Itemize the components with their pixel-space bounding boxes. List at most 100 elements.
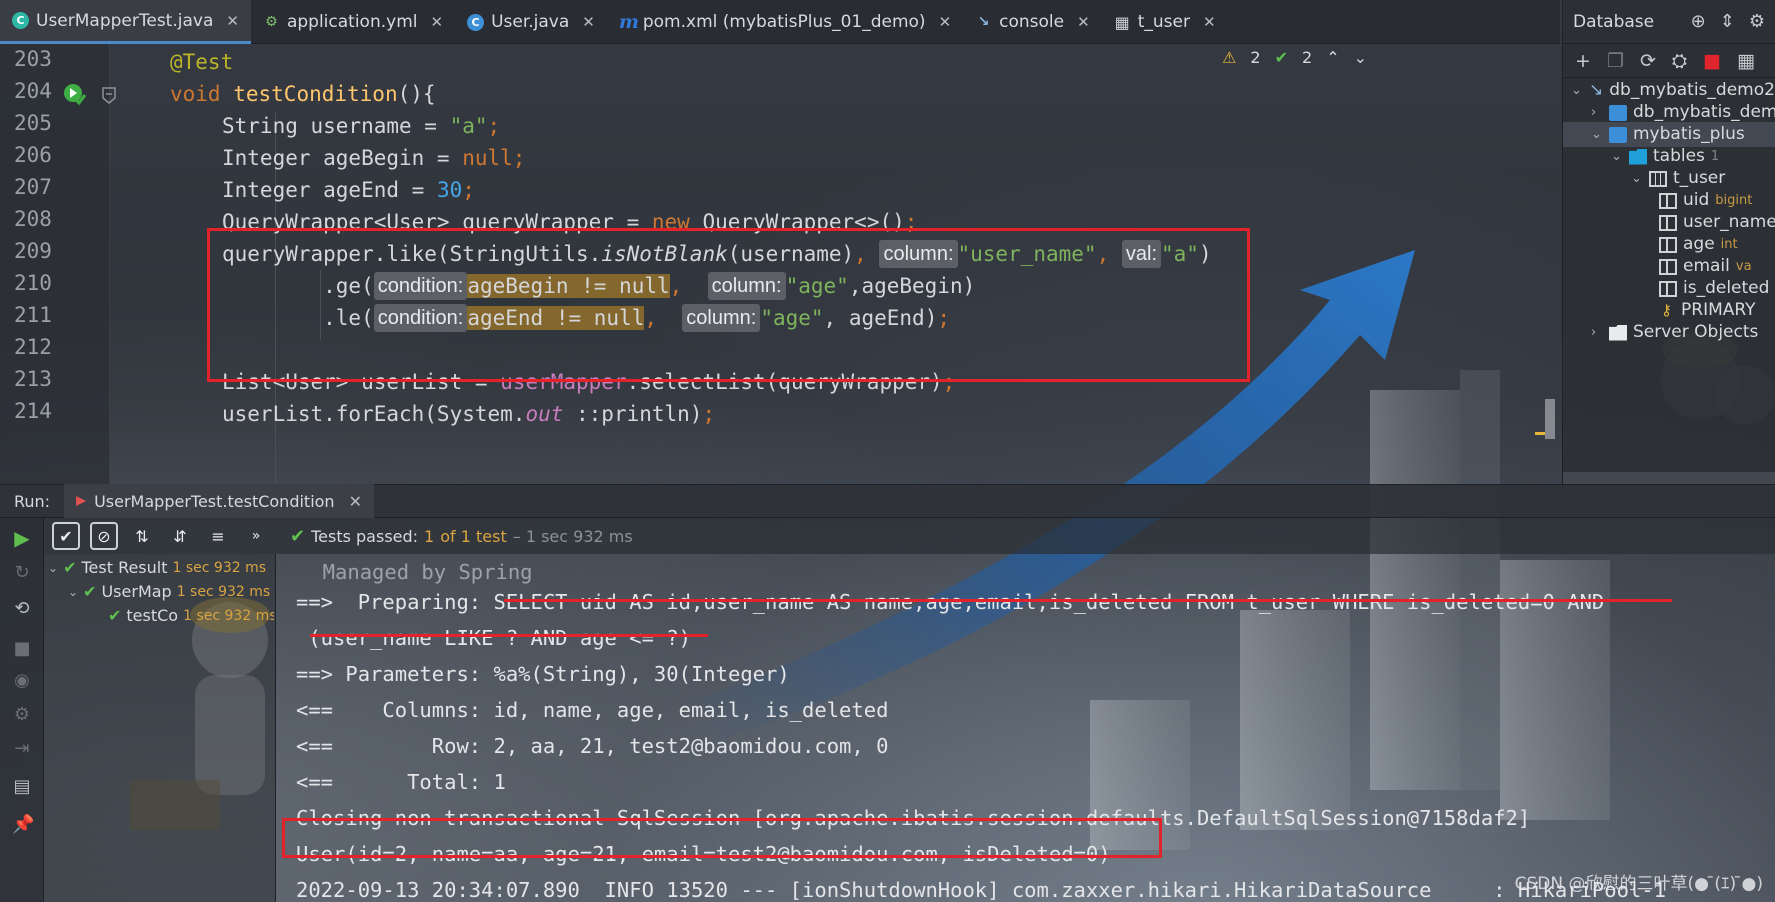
table-view-icon[interactable]: ▦ [1737,50,1755,72]
tab-pom-xml[interactable]: m pom.xml (mybatisPlus_01_demo) ✕ [607,0,963,44]
column-icon [1659,214,1677,231]
check-icon: ✔ [63,558,77,577]
test-results-tree: ⌄ ✔ Test Result 1 sec 932 ms ⌄ ✔ UserMap 1 sec… [44,554,276,902]
console-line: (user_name LIKE ? AND age <= ?) [296,626,691,650]
show-ignored-icon[interactable]: ⊘ [90,522,118,550]
check-icon: ✔ [108,606,122,625]
console-line: ==> Parameters: %a%(String), 30(Integer) [296,662,790,686]
show-passed-icon[interactable]: ✔ [52,522,80,550]
test-status: ✔ Tests passed: 1 of 1 test – 1 sec 932 … [290,525,633,547]
tab-label: User.java [491,12,570,32]
line-number: 205 [14,111,52,135]
toggle-auto-test-icon[interactable]: ⟲ [12,598,32,619]
run-tab-testcondition[interactable]: UserMapperTest.testCondition ✕ [64,484,374,518]
camera-icon[interactable]: ◉ [12,670,32,691]
tab-user-java[interactable]: C User.java ✕ [455,0,607,44]
line-number-gutter: 203 204 205 206 207 208 209 210 211 212 … [0,44,116,484]
import-icon[interactable]: ⇥ [12,738,32,759]
close-icon[interactable]: ✕ [582,13,595,31]
sort-alpha-icon[interactable]: ⇅ [128,522,156,550]
close-icon[interactable]: ✕ [1077,13,1090,31]
chevron-down-icon[interactable]: ⌄ [1354,48,1367,67]
console-line: <== Total: 1 [296,770,506,794]
column-key-icon [1659,192,1677,209]
close-icon[interactable]: ✕ [430,13,443,31]
tab-usermappertest[interactable]: C UserMapperTest.java ✕ [0,0,251,44]
run-tab-label: UserMapperTest.testCondition [94,491,335,511]
pin-icon[interactable]: 📌 [12,814,34,835]
run-side-toolbar: ▶ ↻ ⟲ ■ ◉ ⚙ ⇥ ▤ 📌 [0,518,44,902]
column-icon [1659,258,1677,275]
console-line: ==> Preparing: SELECT uid AS id,user_nam… [296,590,1605,614]
tab-label: t_user [1137,12,1190,32]
gear-icon[interactable]: ⚙ [1749,11,1765,32]
collapse-icon[interactable]: ⇕ [1720,11,1735,32]
test-tree-item[interactable]: ⌄ ✔ UserMap 1 sec 932 ms [68,580,274,604]
stop-icon[interactable]: ■ [12,638,32,659]
highlight-box-querywrapper [207,228,1250,382]
check-icon: ✔ [1274,48,1288,67]
sort-duration-icon[interactable]: ⇵ [166,522,194,550]
add-icon[interactable]: + [1575,50,1591,72]
tab-application-yml[interactable]: ⚙ application.yml ✕ [251,0,455,44]
schema-icon[interactable]: ⛭ [1672,50,1687,72]
test-tree-item[interactable]: ⌄ ✔ Test Result 1 sec 932 ms [48,556,274,580]
more-icon[interactable]: » [242,522,270,550]
chevron-down-icon: ⌄ [1631,171,1642,186]
run-label: Run: [14,491,51,511]
chevron-down-icon: ⌄ [1611,149,1622,164]
copy-icon[interactable]: ❐ [1607,50,1624,72]
tab-console[interactable]: ↘ console ✕ [963,0,1102,44]
chevron-down-icon: ⌄ [68,585,79,599]
console-line: <== Row: 2, aa, 21, test2@baomidou.com, … [296,734,889,758]
run-test-gutter-icon[interactable] [62,82,88,108]
console-line: <== Columns: id, name, age, email, is_de… [296,698,889,722]
tab-label: console [999,12,1065,32]
line-number: 206 [14,143,52,167]
close-icon[interactable]: ✕ [939,13,952,31]
table-icon: ▦ [1114,12,1130,32]
tab-t-user[interactable]: ▦ t_user ✕ [1102,0,1228,44]
test-class-icon: C [12,12,29,29]
table-icon [1649,170,1667,187]
console-icon: ↘ [977,13,990,30]
column-icon [1659,280,1677,297]
settings-icon[interactable]: ⚙ [12,704,32,725]
rerun-failed-icon[interactable]: ↻ [12,562,32,583]
tab-label: UserMapperTest.java [36,10,214,31]
line-number: 207 [14,175,52,199]
chevron-up-icon[interactable]: ⌃ [1326,48,1339,67]
editor-scrollbar[interactable] [1545,399,1555,439]
watermark-text: CSDN @欣慰的三叶草(● ̄(ｴ) ̄●) [1514,874,1763,894]
rerun-icon[interactable]: ▶ [12,526,32,550]
refresh-icon[interactable]: ⟳ [1640,50,1656,72]
expand-all-icon[interactable]: ≡ [204,522,232,550]
test-tree-item[interactable]: ✔ testCo 1 sec 932 ms [108,604,274,628]
close-icon[interactable]: ✕ [349,492,362,511]
editor-tab-bar: C UserMapperTest.java ✕ ⚙ application.ym… [0,0,1560,44]
stop-icon[interactable]: ■ [1703,50,1721,72]
layout-icon[interactable]: ▤ [12,776,32,797]
schema-db-icon [1609,126,1627,143]
folder-icon [1609,324,1627,341]
yaml-file-icon: ⚙ [265,13,278,30]
line-number: 210 [14,271,52,295]
horizontal-scrollbar[interactable] [1563,472,1775,484]
line-number: 209 [14,239,52,263]
crosshair-icon[interactable]: ⊕ [1691,11,1706,32]
check-icon: ✔ [290,525,306,547]
inspection-widget[interactable]: ⚠ 2 ✔ 2 ⌃ ⌄ [1222,48,1367,67]
underline-sql [504,599,1672,602]
highlight-box-user-result [282,818,1162,858]
run-config-icon [76,496,87,506]
tree-item-server-objects[interactable]: › Server Objects [1591,320,1758,345]
line-number: 203 [14,47,52,71]
code-line-207: Integer ageEnd = 30; [222,178,475,202]
code-line-203: @Test [170,50,234,74]
close-icon[interactable]: ✕ [1203,13,1216,31]
line-number: 212 [14,335,52,359]
code-line-206: Integer ageBegin = null; [222,146,526,170]
code-line-214: userList.forEach(System.out ::println); [222,402,716,426]
close-icon[interactable]: ✕ [226,12,239,30]
tab-label: application.yml [286,12,418,32]
